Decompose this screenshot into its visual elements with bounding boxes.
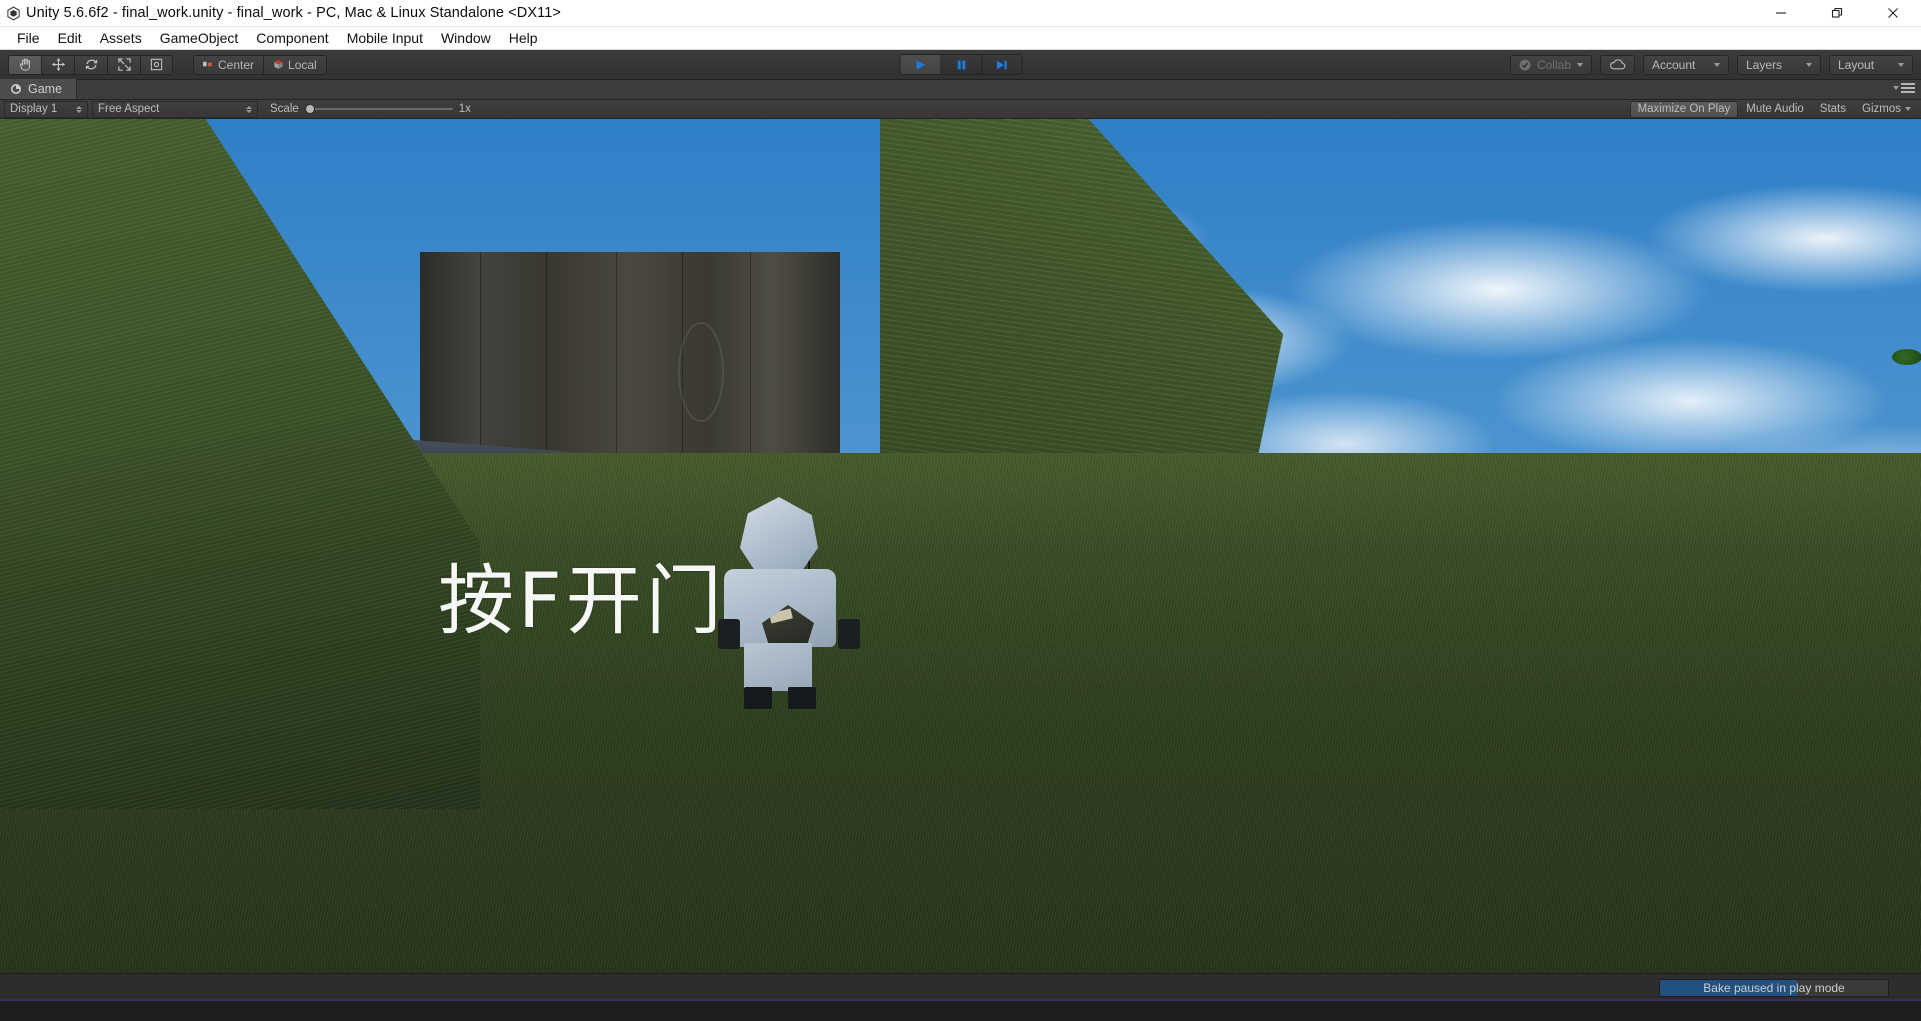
stats-label: Stats [1819,103,1847,115]
menu-component[interactable]: Component [247,28,337,48]
scale-slider[interactable] [304,104,453,114]
chevron-updown-icon [76,105,82,113]
statusbar-accent-line [0,999,1921,1001]
layers-button[interactable]: Layers [1737,54,1821,75]
stats-toggle[interactable]: Stats [1812,101,1854,118]
playmode-controls [899,54,1022,75]
gizmos-dropdown[interactable]: Gizmos [1854,101,1919,118]
scale-tool[interactable] [107,54,140,75]
character-arm-left [718,619,740,649]
collab-check-icon [1519,59,1531,70]
step-button[interactable] [981,54,1022,75]
game-toolbar-right: Maximize On Play Mute Audio Stats Gizmos [1629,100,1919,118]
play-button[interactable] [899,54,940,75]
chevron-down-icon [1806,62,1812,67]
game-panel: Game Display 1 Free Aspect Scale 1x Maxi… [0,79,1921,973]
window-title: Unity 5.6.6f2 - final_work.unity - final… [26,5,561,21]
menu-window[interactable]: Window [432,28,500,48]
menu-gameobject[interactable]: GameObject [151,28,248,48]
minimize-button[interactable] [1753,0,1809,27]
mute-audio-label: Mute Audio [1746,103,1804,115]
menu-assets[interactable]: Assets [91,28,151,48]
wood-knot [678,322,724,422]
window-controls [1753,0,1921,27]
chevron-down-icon [1577,62,1583,67]
display-label: Display 1 [10,103,58,115]
maximize-on-play-toggle[interactable]: Maximize On Play [1629,100,1739,118]
maximize-on-play-label: Maximize On Play [1637,103,1731,115]
center-icon [203,61,212,67]
pivot-rotation-label: Local [288,57,317,72]
close-icon[interactable] [1865,0,1921,27]
hand-tool[interactable] [8,54,41,75]
chevron-down-icon [1893,86,1899,90]
bush-prop [1892,349,1921,365]
layers-label: Layers [1746,57,1783,72]
character-foot-right [788,687,816,709]
character-legs [744,643,812,691]
character-head [740,497,818,579]
menu-help[interactable]: Help [500,28,547,48]
chevron-down-icon [1905,107,1911,111]
bake-progress-bar[interactable]: Bake paused in play mode [1659,978,1889,997]
pivot-mode-button[interactable]: Center [193,54,264,75]
layout-label: Layout [1838,57,1875,72]
menu-mobile-input[interactable]: Mobile Input [338,28,432,48]
window-titlebar: Unity 5.6.6f2 - final_work.unity - final… [0,0,1921,27]
account-label: Account [1652,57,1696,72]
chevron-down-icon [1714,62,1720,67]
scale-control: Scale 1x [270,103,471,115]
pause-button[interactable] [940,54,981,75]
rotate-tool[interactable] [74,54,107,75]
restore-icon[interactable] [1809,0,1865,27]
chevron-down-icon [1898,62,1904,67]
aspect-dropdown[interactable]: Free Aspect [92,100,258,118]
display-dropdown[interactable]: Display 1 [4,100,88,118]
move-tool[interactable] [41,54,74,75]
scale-label: Scale [270,103,299,115]
scale-slider-knob[interactable] [304,104,315,114]
toolbar-right-group: Collab Account Layers Layout [1509,54,1913,75]
status-bar: Bake paused in play mode [0,973,1921,1001]
transform-tools [8,54,173,75]
game-view-icon [11,84,21,94]
tab-game-label: Game [28,82,63,96]
pivot-controls: Center Local [193,54,327,75]
collab-button[interactable]: Collab [1509,54,1592,75]
character-foot-left [744,687,772,709]
local-cube-icon [274,59,283,69]
gizmos-label: Gizmos [1862,103,1901,115]
pivot-mode-label: Center [218,57,255,72]
character-arm-right [838,619,860,649]
collab-label: Collab [1536,57,1571,72]
game-render-view[interactable]: 按F开门 [0,119,1921,973]
unity-toolbar: Center Local Collab Account Layers Layou… [0,50,1921,80]
aspect-label: Free Aspect [98,103,160,115]
panel-options-icon[interactable] [1893,83,1915,93]
player-character [718,497,864,709]
panel-tabrow: Game [0,79,1921,100]
menu-file[interactable]: File [8,28,49,48]
mute-audio-toggle[interactable]: Mute Audio [1738,101,1812,118]
layout-button[interactable]: Layout [1829,54,1913,75]
tab-game[interactable]: Game [0,79,78,99]
game-view-toolbar: Display 1 Free Aspect Scale 1x Maximize … [0,100,1921,119]
pivot-rotation-button[interactable]: Local [263,54,327,75]
rect-tool[interactable] [140,54,173,75]
cloud-button[interactable] [1600,54,1635,75]
menu-edit[interactable]: Edit [49,28,91,48]
account-button[interactable]: Account [1643,54,1729,75]
cloud-icon [1610,58,1626,69]
unity-logo-icon [0,0,26,27]
bake-status-label: Bake paused in play mode [1703,980,1845,995]
chevron-updown-icon [246,105,252,113]
menubar: File Edit Assets GameObject Component Mo… [0,27,1921,50]
scale-value: 1x [458,103,471,115]
